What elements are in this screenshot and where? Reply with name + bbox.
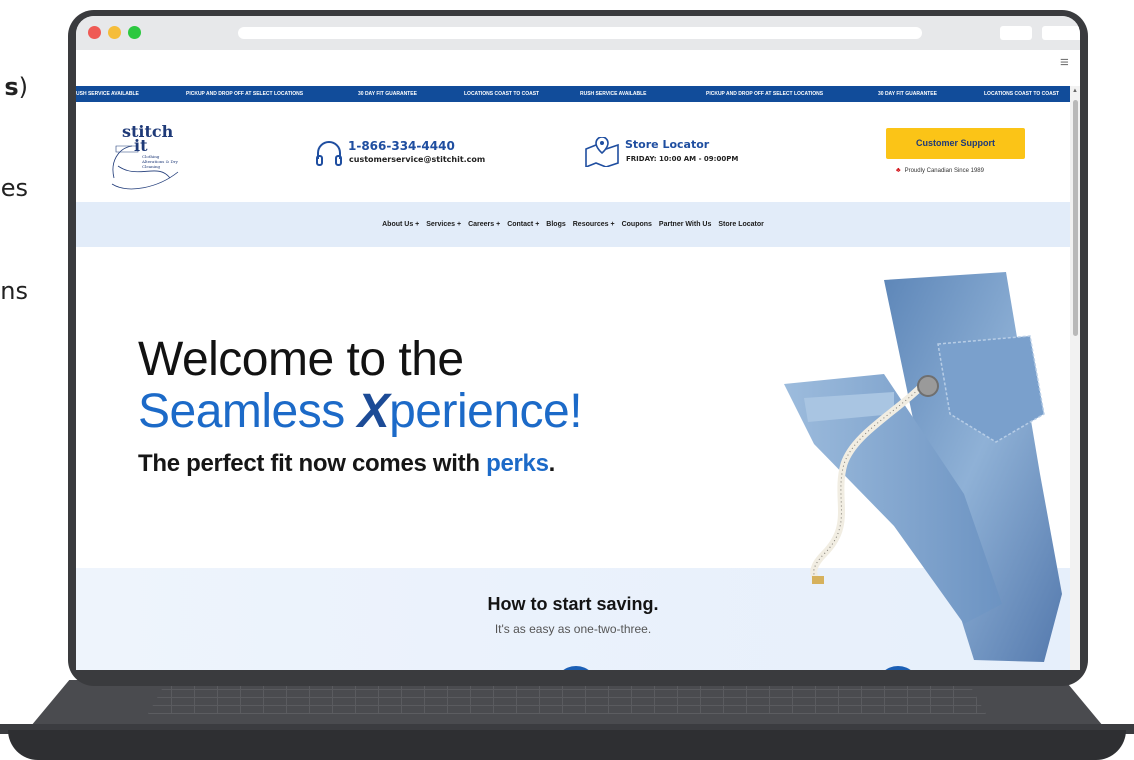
- hero-heading-part: perience!: [389, 385, 583, 438]
- window-minimize-button[interactable]: [108, 26, 121, 39]
- cropped-text-fragment: es: [0, 174, 28, 202]
- nav-item-services[interactable]: Services +: [426, 221, 461, 228]
- cropped-text-fragment: s): [4, 73, 28, 101]
- nav-item-resources[interactable]: Resources +: [573, 221, 615, 228]
- browser-button[interactable]: [1000, 26, 1032, 40]
- ticker-item: LOCATIONS COAST TO COAST: [464, 91, 540, 97]
- stage: s) es ns ≡ USH SERVICE AVAILABLE PICKUP …: [0, 0, 1134, 760]
- hero-sub-part: The perfect fit now comes with: [138, 450, 487, 477]
- main-nav: About Us + Services + Careers + Contact …: [76, 202, 1070, 247]
- headphones-icon: [316, 141, 342, 166]
- hero-sub-part: .: [548, 450, 556, 477]
- hamburger-icon[interactable]: ≡: [1060, 55, 1069, 70]
- hero-x-mark: X: [357, 385, 390, 438]
- hero-heading-part: Seamless: [138, 385, 358, 438]
- nav-item-coupons[interactable]: Coupons: [622, 221, 652, 228]
- nav-item-partner-with-us[interactable]: Partner With Us: [659, 221, 711, 228]
- hero-heading-line2: Seamless Xperience!: [138, 384, 583, 439]
- saving-title: How to start saving.: [487, 594, 659, 614]
- laptop-base: [0, 680, 1134, 760]
- logo-wordmark: it: [134, 136, 148, 155]
- window-close-button[interactable]: [88, 26, 101, 39]
- nav-list: About Us + Services + Careers + Contact …: [382, 221, 764, 228]
- proudly-canadian-label: ♣ Proudly Canadian Since 1989: [896, 167, 984, 174]
- stitch-it-logo[interactable]: stitch it Clothing Alterations & Dry Cle…: [108, 122, 184, 194]
- promo-ticker: USH SERVICE AVAILABLE PICKUP AND DROP OF…: [76, 86, 1070, 102]
- cropped-text-fragment: ns: [0, 277, 28, 305]
- ticker-item: RUSH SERVICE AVAILABLE: [580, 91, 647, 97]
- nav-item-blogs[interactable]: Blogs: [546, 221, 565, 228]
- phone-number-link[interactable]: 1-866-334-4440: [348, 139, 455, 153]
- browser-window: ≡ USH SERVICE AVAILABLE PICKUP AND DROP …: [76, 16, 1080, 670]
- logo-wordmark: stitch: [122, 122, 174, 141]
- laptop-lip: [8, 730, 1126, 760]
- logo-tagline: Clothing Alterations & Dry Cleaning: [142, 154, 178, 169]
- ticker-item: LOCATIONS COAST TO COAST: [984, 91, 1060, 97]
- ticker-item: USH SERVICE AVAILABLE: [76, 91, 139, 97]
- address-bar[interactable]: [238, 27, 922, 39]
- browser-toolbar: [76, 16, 1080, 50]
- browser-button[interactable]: [1042, 26, 1080, 40]
- canada-text: Proudly Canadian Since 1989: [904, 168, 984, 174]
- nav-item-careers[interactable]: Careers +: [468, 221, 500, 228]
- customer-support-button[interactable]: Customer Support: [886, 128, 1025, 159]
- nav-item-store-locator[interactable]: Store Locator: [718, 221, 764, 228]
- hero-subheading: The perfect fit now comes with perks.: [138, 450, 555, 478]
- saving-subtitle: It's as easy as one-two-three.: [494, 622, 652, 636]
- ticker-item: PICKUP AND DROP OFF AT SELECT LOCATIONS: [186, 91, 304, 97]
- scroll-up-arrow-icon[interactable]: ▲: [1072, 88, 1078, 94]
- store-hours: FRIDAY: 10:00 AM - 09:00PM: [626, 155, 739, 163]
- nav-item-about-us[interactable]: About Us +: [382, 221, 419, 228]
- ticker-item: 30 DAY FIT GUARANTEE: [358, 91, 417, 97]
- maple-leaf-icon: ♣: [896, 167, 901, 174]
- hero-perks-word: perks: [486, 450, 549, 477]
- nav-item-contact[interactable]: Contact +: [507, 221, 539, 228]
- laptop-keyboard: [148, 684, 986, 714]
- ticker-item: PICKUP AND DROP OFF AT SELECT LOCATIONS: [706, 91, 824, 97]
- ticker-item: 30 DAY FIT GUARANTEE: [878, 91, 937, 97]
- store-locator-link[interactable]: Store Locator: [625, 138, 709, 151]
- map-pin-icon: [585, 137, 619, 167]
- email-link[interactable]: customerservice@stitchit.com: [349, 155, 485, 164]
- window-maximize-button[interactable]: [128, 26, 141, 39]
- hero-heading-line1: Welcome to the: [138, 333, 464, 386]
